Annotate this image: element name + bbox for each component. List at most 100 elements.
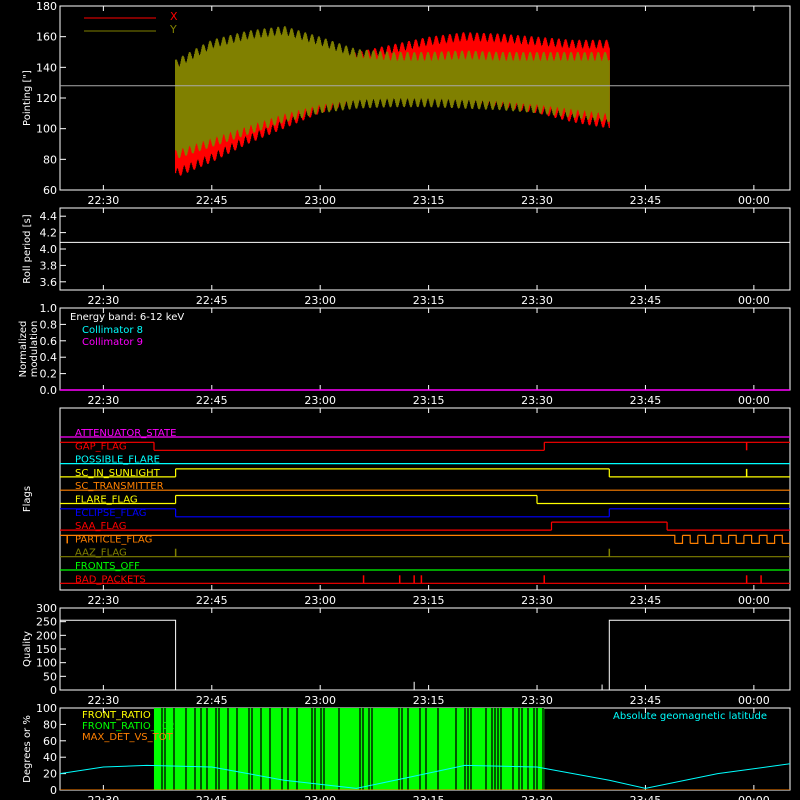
flag-trace <box>60 441 790 451</box>
modulation-legend-entry: Collimator 9 <box>82 337 143 348</box>
roll-ytick-label: 3.8 <box>40 259 58 272</box>
roll-ytick-label: 3.6 <box>40 276 58 289</box>
ratios-legend-entry: MAX_DET_VS_TOT <box>82 732 174 743</box>
flag-trace <box>60 534 790 544</box>
ratios-xtick-label: 22:30 <box>88 794 120 800</box>
flag-trace <box>60 494 790 505</box>
quality-xtick-label: 00:00 <box>738 694 770 707</box>
ratios-legend-entry: FRONT_RATIO_1023 <box>82 721 181 732</box>
quality-ytick-label: 300 <box>36 602 57 615</box>
quality-xtick-label: 23:30 <box>521 694 553 707</box>
pointing-plot <box>175 26 610 176</box>
ratios-ytick-label: 100 <box>36 702 57 715</box>
modulation-xtick-label: 23:00 <box>304 394 336 407</box>
modulation-ytick-label: 0.4 <box>40 351 58 364</box>
modulation-ylabel: Normalizedmodulation <box>18 321 40 378</box>
pointing-ytick-label: 100 <box>36 123 57 136</box>
roll-ylabel: Roll period [s] <box>22 214 33 283</box>
roll-ytick-label: 4.4 <box>40 210 58 223</box>
flags-ylabel: Flags <box>22 486 33 512</box>
flag-label: ECLIPSE_FLAG <box>75 508 146 519</box>
flag-trace <box>60 508 790 518</box>
roll-ytick-label: 4.2 <box>40 227 58 240</box>
flags-xtick-label: 22:45 <box>196 594 228 607</box>
modulation-ylabel-line: Normalized <box>18 321 29 378</box>
quality-ylabel: Quality <box>22 631 33 667</box>
flags-xtick-label: 00:00 <box>738 594 770 607</box>
flags-xtick-label: 23:45 <box>630 594 662 607</box>
ratios-xtick-label: 23:30 <box>521 794 553 800</box>
quality-xtick-label: 23:45 <box>630 694 662 707</box>
ratios-xtick-label: 22:45 <box>196 794 228 800</box>
flag-trace <box>60 468 790 478</box>
figure: 22:30 22:45 23:00 23:15 23:30 23:45 00:00 60 80 1… <box>18 0 791 800</box>
pointing-xtick-label: 23:30 <box>521 194 553 207</box>
pointing-ytick-label: 80 <box>43 153 57 166</box>
quality-ytick-label: 50 <box>43 670 57 683</box>
pointing-ytick-label: 180 <box>36 0 57 13</box>
modulation-ytick-label: 0.8 <box>40 318 58 331</box>
ratios-ylabel: Degrees or % <box>22 715 33 783</box>
pointing-xtick-label: 22:45 <box>196 194 228 207</box>
pointing-ytick-label: 140 <box>36 61 57 74</box>
quality-ytick-label: 100 <box>36 657 57 670</box>
ratios-legend-entry: FRONT_RATIO <box>82 710 151 721</box>
modulation-xtick-label: 23:15 <box>413 394 445 407</box>
modulation-ytick-label: 0.6 <box>40 335 58 348</box>
modulation-xtick-label: 23:30 <box>521 394 553 407</box>
ratios-ytick-label: 40 <box>43 751 57 764</box>
pointing-xtick-label: 23:45 <box>630 194 662 207</box>
modulation-xtick-label: 23:45 <box>630 394 662 407</box>
quality-xtick-label: 22:45 <box>196 694 228 707</box>
roll-xtick-label: 22:30 <box>88 294 120 307</box>
flags-xtick-label: 23:30 <box>521 594 553 607</box>
quality-xtick-label: 22:30 <box>88 694 120 707</box>
pointing-xtick-label: 22:30 <box>88 194 120 207</box>
modulation-ytick-label: 0.0 <box>40 384 58 397</box>
pointing-ytick-label: 160 <box>36 31 57 44</box>
ratios-ytick-label: 60 <box>43 735 57 748</box>
flags-xtick-label: 23:15 <box>413 594 445 607</box>
ratios-xtick-label: 23:45 <box>630 794 662 800</box>
pointing-legend-label-x: X <box>170 10 178 23</box>
quality-xtick-label: 23:00 <box>304 694 336 707</box>
quality-ytick-label: 250 <box>36 616 57 629</box>
roll-xtick-label: 22:45 <box>196 294 228 307</box>
flag-label: GAP_FLAG <box>75 441 127 452</box>
quality-ytick-label: 150 <box>36 643 57 656</box>
ratios-ytick-label: 80 <box>43 718 57 731</box>
roll-ytick-label: 4.0 <box>40 243 58 256</box>
modulation-xtick-label: 22:45 <box>196 394 228 407</box>
ratios-xtick-label: 23:15 <box>413 794 445 800</box>
pointing-ytick-label: 120 <box>36 92 57 105</box>
flags-xtick-label: 23:00 <box>304 594 336 607</box>
quality-series <box>60 619 790 691</box>
modulation-xtick-label: 00:00 <box>738 394 770 407</box>
modulation-ytick-label: 1.0 <box>40 302 58 315</box>
quality-xtick-label: 23:15 <box>413 694 445 707</box>
pointing-ylabel: Pointing ["] <box>22 70 33 126</box>
pointing-xtick-label: 00:00 <box>738 194 770 207</box>
ratios-xtick-label: 00:00 <box>738 794 770 800</box>
pointing-xtick-label: 23:00 <box>304 194 336 207</box>
roll-xtick-label: 23:30 <box>521 294 553 307</box>
modulation-legend-entry: Collimator 8 <box>82 325 143 336</box>
roll-frame <box>59 207 791 291</box>
ratios-xtick-label: 23:00 <box>304 794 336 800</box>
modulation-ylabel-line: modulation <box>29 321 40 378</box>
quality-ytick-label: 0 <box>50 684 57 697</box>
modulation-xtick-label: 22:30 <box>88 394 120 407</box>
ratios-ytick-label: 20 <box>43 768 57 781</box>
quality-ytick-label: 200 <box>36 629 57 642</box>
roll-xtick-label: 23:15 <box>413 294 445 307</box>
modulation-ytick-label: 0.2 <box>40 368 58 381</box>
flag-label: PARTICLE_FLAG <box>75 534 152 545</box>
modulation-legend-title: Energy band: 6-12 keV <box>70 312 184 323</box>
pointing-ytick-label: 60 <box>43 184 57 197</box>
ratios-legend-geomagnetic: Absolute geomagnetic latitude <box>613 711 767 722</box>
pointing-legend-label-y: Y <box>169 23 177 36</box>
roll-xtick-label: 23:00 <box>304 294 336 307</box>
flag-trace <box>60 521 790 531</box>
pointing-xtick-label: 23:15 <box>413 194 445 207</box>
roll-xtick-label: 23:45 <box>630 294 662 307</box>
